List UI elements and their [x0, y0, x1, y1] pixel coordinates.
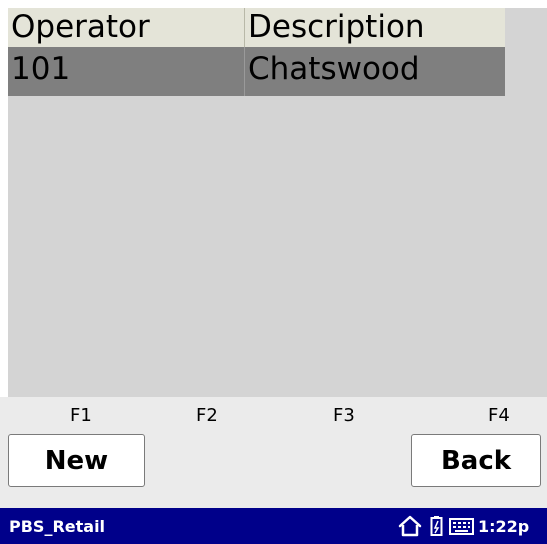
- f4-label: F4: [488, 405, 510, 426]
- battery-icon[interactable]: [430, 515, 443, 537]
- f2-label: F2: [196, 405, 218, 426]
- new-button[interactable]: New: [8, 434, 145, 487]
- keyboard-icon[interactable]: [449, 515, 474, 537]
- column-header-description[interactable]: Description: [245, 8, 505, 47]
- grid-header: Operator Description: [8, 8, 505, 47]
- clock[interactable]: 1:22p: [478, 517, 529, 536]
- taskbar: PBS_Retail 1:22p: [0, 508, 547, 544]
- home-icon[interactable]: [397, 515, 423, 537]
- back-button[interactable]: Back: [411, 434, 541, 487]
- f1-label: F1: [70, 405, 92, 426]
- table-row[interactable]: 101 Chatswood: [8, 47, 505, 96]
- column-header-operator[interactable]: Operator: [8, 8, 245, 47]
- f3-label: F3: [333, 405, 355, 426]
- app-screen: Operator Description 101 Chatswood F1 F2…: [0, 0, 547, 544]
- app-name[interactable]: PBS_Retail: [9, 517, 105, 536]
- cell-description[interactable]: Chatswood: [245, 47, 505, 96]
- function-key-bar: F1 F2 F3 F4 New Back: [0, 397, 547, 508]
- operator-grid: Operator Description 101 Chatswood: [8, 8, 547, 397]
- cell-operator[interactable]: 101: [8, 47, 245, 96]
